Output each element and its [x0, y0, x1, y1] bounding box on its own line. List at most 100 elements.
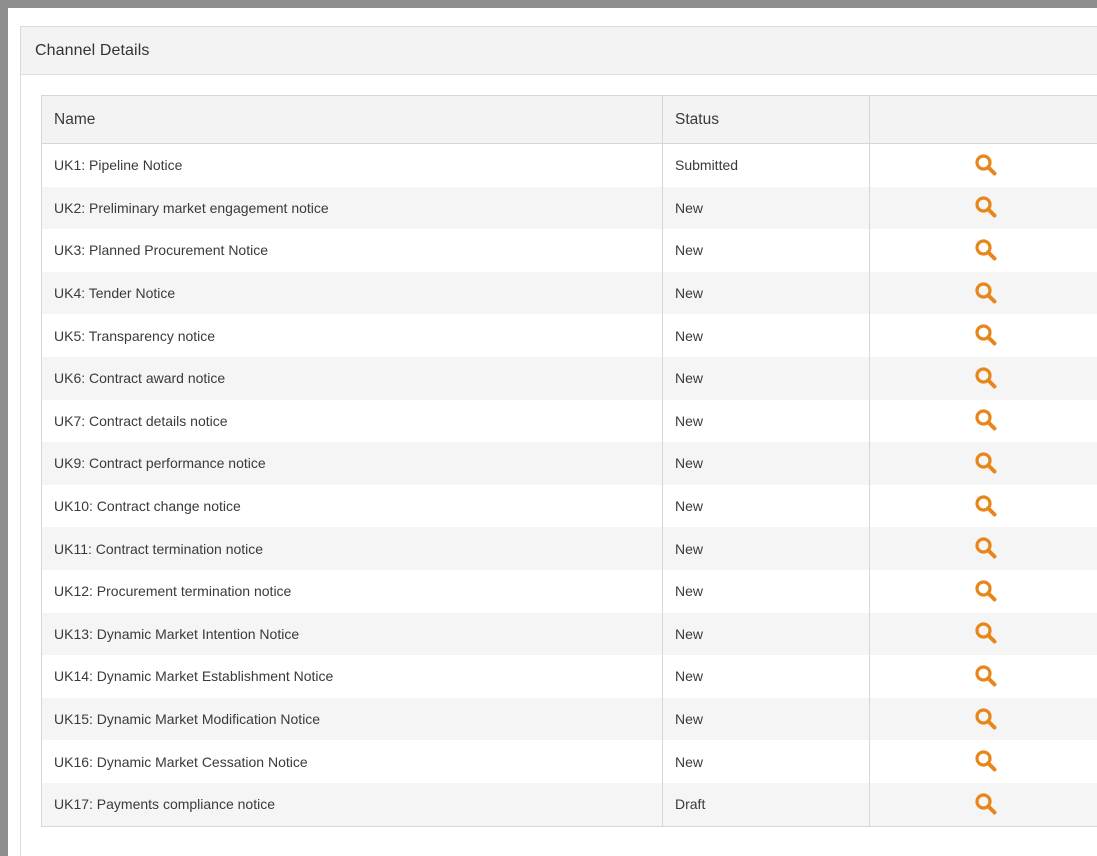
search-icon [974, 367, 996, 389]
notice-action-cell [869, 143, 1097, 187]
table-row: UK16: Dynamic Market Cessation Notice New [41, 740, 1097, 783]
notices-table-wrapper: Name Status UK1: Pipeline Notice Submitte… [41, 95, 1097, 827]
table-row: UK12: Procurement termination notice New [41, 569, 1097, 613]
view-notice-button[interactable] [972, 406, 1000, 434]
notice-action-cell [869, 229, 1097, 272]
notice-name-cell: UK9: Contract performance notice [41, 442, 663, 485]
notice-action-cell [869, 612, 1097, 656]
table-row: UK14: Dynamic Market Establishment Notic… [41, 655, 1097, 698]
table-row: UK2: Preliminary market engagement notic… [41, 186, 1097, 230]
table-row: UK15: Dynamic Market Modification Notice… [41, 697, 1097, 741]
view-notice-button[interactable] [972, 790, 1000, 818]
notice-name-cell: UK16: Dynamic Market Cessation Notice [41, 740, 663, 783]
table-row: UK17: Payments compliance notice Draft [41, 782, 1097, 826]
notice-status-cell: New [662, 314, 870, 357]
view-notice-button[interactable] [972, 279, 1000, 307]
search-icon [974, 494, 996, 517]
search-icon [974, 707, 996, 730]
notice-name-cell: UK13: Dynamic Market Intention Notice [41, 612, 663, 656]
notice-status-cell: New [662, 740, 870, 783]
column-header-actions [869, 95, 1097, 144]
notice-action-cell [869, 697, 1097, 741]
notice-status-cell: New [662, 399, 870, 443]
table-row: UK1: Pipeline Notice Submitted [41, 143, 1097, 187]
notice-action-cell [869, 569, 1097, 613]
table-body: UK1: Pipeline Notice Submitted UK2: Prelim… [41, 143, 1097, 826]
search-icon [974, 537, 996, 559]
search-icon [974, 239, 996, 261]
search-icon [974, 196, 996, 218]
notice-action-cell [869, 442, 1097, 485]
notice-status-cell: New [662, 612, 870, 656]
view-notice-button[interactable] [972, 321, 1000, 349]
notices-table: Name Status UK1: Pipeline Notice Submitte… [41, 95, 1097, 827]
view-notice-button[interactable] [972, 534, 1000, 562]
view-notice-button[interactable] [972, 236, 1000, 264]
view-notice-button[interactable] [972, 747, 1000, 775]
view-notice-button[interactable] [972, 662, 1000, 690]
notice-action-cell [869, 782, 1097, 826]
notice-name-cell: UK1: Pipeline Notice [41, 143, 663, 187]
search-icon [974, 324, 996, 346]
search-icon [974, 793, 996, 815]
column-header-status: Status [662, 95, 870, 144]
view-notice-button[interactable] [972, 193, 1000, 221]
search-icon [974, 452, 996, 474]
column-header-name: Name [41, 95, 663, 144]
table-row: UK10: Contract change notice New [41, 484, 1097, 528]
table-row: UK7: Contract details notice New [41, 399, 1097, 443]
panel-header: Channel Details [21, 27, 1097, 75]
notice-name-cell: UK11: Contract termination notice [41, 527, 663, 570]
notice-name-cell: UK5: Transparency notice [41, 314, 663, 357]
view-notice-button[interactable] [972, 151, 1000, 179]
notice-action-cell [869, 314, 1097, 357]
notice-name-cell: UK4: Tender Notice [41, 271, 663, 315]
notice-action-cell [869, 356, 1097, 400]
view-notice-button[interactable] [972, 577, 1000, 605]
notice-action-cell [869, 399, 1097, 443]
table-row: UK13: Dynamic Market Intention Notice New [41, 612, 1097, 656]
notice-status-cell: Submitted [662, 143, 870, 187]
notice-name-cell: UK2: Preliminary market engagement notic… [41, 186, 663, 230]
table-row: UK4: Tender Notice New [41, 271, 1097, 315]
search-icon [974, 281, 996, 304]
search-icon [974, 154, 996, 176]
notice-action-cell [869, 186, 1097, 230]
notice-name-cell: UK6: Contract award notice [41, 356, 663, 400]
search-icon [974, 409, 996, 431]
notice-action-cell [869, 271, 1097, 315]
notice-action-cell [869, 740, 1097, 783]
notice-action-cell [869, 484, 1097, 528]
notice-status-cell: New [662, 697, 870, 741]
notice-status-cell: New [662, 484, 870, 528]
channel-details-panel: Channel Details Name Status UK1: Pipelin… [20, 26, 1097, 856]
view-notice-button[interactable] [972, 705, 1000, 733]
notice-name-cell: UK14: Dynamic Market Establishment Notic… [41, 655, 663, 698]
notice-status-cell: New [662, 527, 870, 570]
notice-status-cell: New [662, 356, 870, 400]
notice-status-cell: New [662, 229, 870, 272]
notice-action-cell [869, 655, 1097, 698]
notice-status-cell: New [662, 186, 870, 230]
view-notice-button[interactable] [972, 619, 1000, 647]
panel-title: Channel Details [35, 41, 150, 59]
notice-name-cell: UK7: Contract details notice [41, 399, 663, 443]
notice-name-cell: UK10: Contract change notice [41, 484, 663, 528]
table-row: UK3: Planned Procurement Notice New [41, 229, 1097, 272]
notice-status-cell: New [662, 569, 870, 613]
table-row: UK5: Transparency notice New [41, 314, 1097, 357]
notice-status-cell: New [662, 655, 870, 698]
table-row: UK6: Contract award notice New [41, 356, 1097, 400]
view-notice-button[interactable] [972, 449, 1000, 477]
view-notice-button[interactable] [972, 364, 1000, 392]
notice-status-cell: New [662, 271, 870, 315]
table-row: UK11: Contract termination notice New [41, 527, 1097, 570]
notice-name-cell: UK3: Planned Procurement Notice [41, 229, 663, 272]
view-notice-button[interactable] [972, 492, 1000, 520]
table-row: UK9: Contract performance notice New [41, 442, 1097, 485]
search-icon [974, 622, 996, 644]
search-icon [974, 580, 996, 602]
table-header-row: Name Status [41, 95, 1097, 144]
notice-name-cell: UK17: Payments compliance notice [41, 782, 663, 826]
window-frame: Channel Details Name Status UK1: Pipelin… [0, 0, 1097, 856]
